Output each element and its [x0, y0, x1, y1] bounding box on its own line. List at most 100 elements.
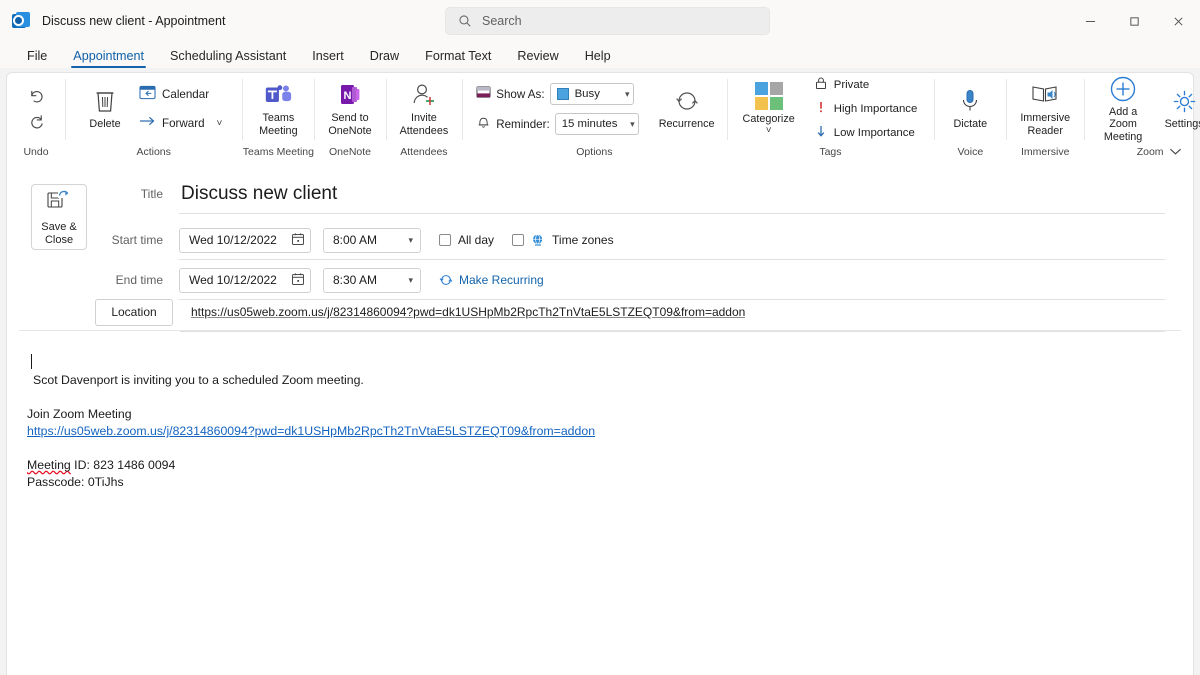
recurrence-button[interactable]: Recurrence — [653, 78, 721, 140]
start-time-input[interactable]: 8:00 AM ▾ — [323, 228, 421, 253]
end-date-value: Wed 10/12/2022 — [189, 273, 277, 287]
calendar-picker-icon[interactable] — [291, 272, 305, 289]
location-label: Location — [111, 305, 156, 319]
all-day-checkbox-group[interactable]: All day — [439, 233, 494, 247]
ribbon-group-immersive: ImmersiveReader Immersive — [1006, 73, 1084, 162]
reminder-chevron-down-icon: ▾ — [630, 120, 635, 129]
ribbon-group-label-voice: Voice — [934, 145, 1006, 162]
immersive-reader-button[interactable]: ImmersiveReader — [1014, 78, 1076, 140]
invite-attendees-button[interactable]: InviteAttendees — [394, 78, 455, 140]
svg-text:N: N — [343, 90, 351, 102]
ribbon-collapse-chevron-icon[interactable] — [1165, 143, 1185, 159]
invite-attendees-icon — [411, 81, 437, 109]
end-time-chevron-down-icon[interactable]: ▾ — [408, 276, 413, 285]
dictate-button[interactable]: Dictate — [944, 78, 996, 140]
ribbon-group-label-undo: Undo — [7, 145, 65, 162]
categorize-chevron-down-icon[interactable]: ˅ — [766, 126, 772, 136]
time-zones-label: Time zones — [552, 233, 614, 247]
ribbon-group-label-actions: Actions — [65, 145, 242, 162]
forward-button-label: Forward — [162, 117, 205, 130]
time-zones-checkbox-group[interactable]: Time zones — [512, 233, 614, 247]
start-time-row: Start time Wed 10/12/2022 8:00 AM ▾ — [107, 226, 1165, 254]
save-and-close-button[interactable]: Save &Close — [31, 184, 87, 250]
body-line-invite: Scot Davenport is inviting you to a sche… — [27, 372, 1173, 389]
tab-insert[interactable]: Insert — [299, 49, 357, 68]
delete-button[interactable]: Delete — [79, 78, 131, 140]
tab-scheduling-assistant[interactable]: Scheduling Assistant — [157, 49, 299, 68]
add-zoom-meeting-button[interactable]: Add a ZoomMeeting — [1090, 78, 1156, 140]
forward-button[interactable]: Forward ˅ — [133, 110, 228, 137]
trash-icon — [93, 87, 117, 115]
minimize-button[interactable] — [1068, 0, 1112, 42]
search-box[interactable] — [445, 7, 770, 35]
title-input[interactable]: Discuss new client — [179, 174, 1165, 214]
tab-format-text[interactable]: Format Text — [412, 49, 504, 68]
end-date-input[interactable]: Wed 10/12/2022 — [179, 268, 311, 293]
calendar-picker-icon[interactable] — [291, 232, 305, 249]
ribbon-group-attendees: InviteAttendees Attendees — [386, 73, 463, 162]
calendar-button[interactable]: Calendar — [133, 81, 228, 108]
make-recurring-button[interactable]: Make Recurring — [439, 273, 544, 287]
low-importance-button[interactable]: Low Importance — [807, 122, 925, 145]
ribbon-group-options: Show As: Busy ▾ Reminder: 15 minutes ▾ — [462, 73, 726, 162]
body-zoom-link[interactable]: https://us05web.zoom.us/j/82314860094?pw… — [27, 423, 1173, 440]
high-importance-button[interactable]: High Importance — [807, 98, 925, 121]
location-input[interactable]: https://us05web.zoom.us/j/82314860094?pw… — [191, 305, 745, 319]
busy-color-swatch — [557, 88, 569, 100]
meeting-id-rest: ID: 823 1486 0094 — [71, 458, 176, 472]
tab-file[interactable]: File — [14, 49, 60, 68]
lock-icon — [814, 76, 828, 95]
close-button[interactable] — [1156, 0, 1200, 42]
all-day-checkbox[interactable] — [439, 234, 451, 246]
maximize-button[interactable] — [1112, 0, 1156, 42]
start-date-value: Wed 10/12/2022 — [189, 233, 277, 247]
save-and-close-label: Save &Close — [41, 221, 76, 247]
forward-chevron-down-icon[interactable]: ˅ — [217, 119, 223, 129]
private-label: Private — [834, 79, 869, 91]
tab-draw[interactable]: Draw — [357, 49, 412, 68]
body-line-meeting-id: Meeting ID: 823 1486 0094 — [27, 457, 1173, 474]
title-row: Title Discuss new client — [107, 174, 1165, 214]
zoom-settings-button-label: Settings — [1165, 118, 1200, 131]
meeting-id-prefix: Meeting — [27, 458, 71, 472]
start-date-input[interactable]: Wed 10/12/2022 — [179, 228, 311, 253]
window-title: Discuss new client - Appointment — [42, 14, 225, 28]
reminder-value: 15 minutes — [562, 118, 618, 130]
zoom-plus-icon — [1109, 75, 1137, 103]
reminder-dropdown[interactable]: 15 minutes ▾ — [555, 113, 639, 135]
location-button[interactable]: Location — [95, 299, 173, 326]
delete-button-label: Delete — [89, 118, 120, 131]
teams-meeting-button-label: TeamsMeeting — [259, 112, 297, 137]
start-time-value: 8:00 AM — [333, 233, 377, 247]
ribbon-group-label-options: Options — [462, 145, 726, 162]
redo-icon[interactable] — [23, 110, 49, 134]
exclamation-icon — [814, 100, 828, 119]
tab-appointment[interactable]: Appointment — [60, 49, 157, 68]
end-time-value: 8:30 AM — [333, 273, 377, 287]
teams-meeting-button[interactable]: TeamsMeeting — [252, 78, 304, 140]
tab-help[interactable]: Help — [572, 49, 624, 68]
show-as-dropdown[interactable]: Busy ▾ — [550, 83, 634, 105]
undo-icon[interactable] — [23, 85, 49, 109]
end-time-input[interactable]: 8:30 AM ▾ — [323, 268, 421, 293]
location-underline — [180, 331, 1165, 332]
show-as-chevron-down-icon: ▾ — [625, 90, 630, 99]
zoom-settings-button[interactable]: Settings — [1158, 78, 1200, 140]
title-label: Title — [107, 187, 179, 201]
search-input[interactable] — [482, 14, 732, 28]
private-button[interactable]: Private — [807, 74, 925, 97]
body-line-join: Join Zoom Meeting — [27, 406, 1173, 423]
categorize-button[interactable]: Categorize ˅ — [737, 78, 801, 140]
tab-review[interactable]: Review — [504, 49, 571, 68]
ribbon: Undo Delete Calendar — [6, 72, 1194, 162]
start-time-chevron-down-icon[interactable]: ▾ — [408, 236, 413, 245]
time-zones-checkbox[interactable] — [512, 234, 524, 246]
show-as-icon — [476, 85, 491, 104]
body-line-passcode: Passcode: 0TiJhs — [27, 474, 1173, 491]
end-time-row: End time Wed 10/12/2022 8:30 AM ▾ — [107, 266, 1165, 294]
title-underline — [179, 213, 1165, 214]
ribbon-group-undo: Undo — [7, 73, 65, 162]
appointment-body[interactable]: Scot Davenport is inviting you to a sche… — [7, 344, 1193, 675]
onenote-icon: N — [337, 81, 363, 109]
send-to-onenote-button[interactable]: N Send toOneNote — [322, 78, 377, 140]
